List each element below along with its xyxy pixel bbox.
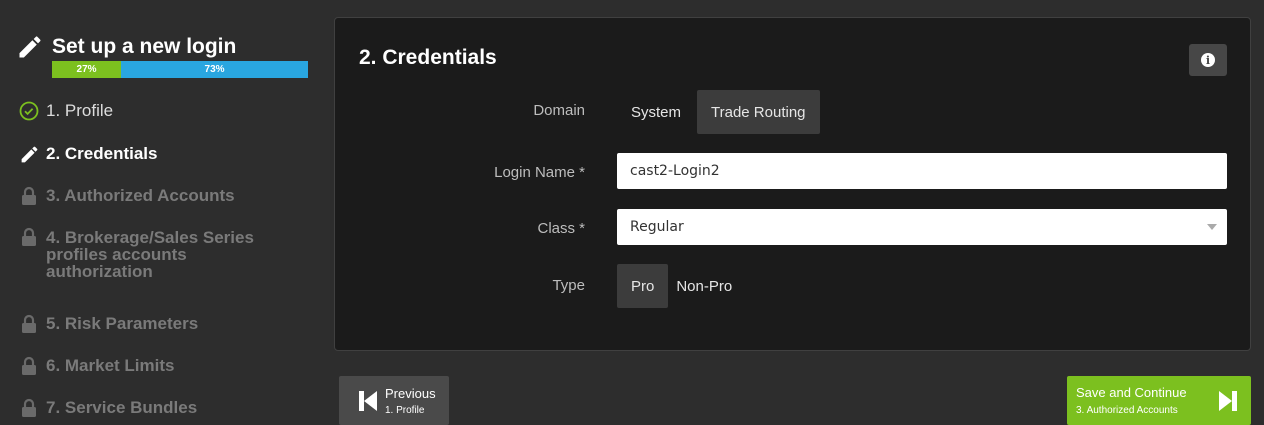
lock-icon <box>18 185 40 207</box>
step-service-bundles[interactable]: 7. Service Bundles <box>18 397 197 419</box>
lock-icon <box>18 397 40 419</box>
step-label: 5. Risk Parameters <box>46 314 199 333</box>
domain-option-system[interactable]: System <box>617 90 695 134</box>
previous-button[interactable]: Previous 1. Profile <box>339 376 449 425</box>
step-risk-parameters[interactable]: 5. Risk Parameters <box>18 313 198 335</box>
step-label: 1. Profile <box>46 101 114 120</box>
skip-previous-icon <box>353 390 383 411</box>
step-label-line: profiles accounts <box>46 245 187 264</box>
step-label: 4. Brokerage/Sales Series profiles accou… <box>46 229 296 280</box>
domain-label: Domain <box>533 102 585 119</box>
chevron-down-icon <box>1207 224 1217 230</box>
step-authorized-accounts[interactable]: 3. Authorized Accounts <box>18 185 235 207</box>
step-credentials[interactable]: 2. Credentials <box>18 143 158 165</box>
skip-next-icon <box>1219 391 1237 416</box>
info-button[interactable]: i <box>1189 44 1227 76</box>
step-label: 2. Credentials <box>46 144 158 163</box>
step-brokerage-authorization[interactable]: 4. Brokerage/Sales Series profiles accou… <box>18 226 296 280</box>
step-label: 7. Service Bundles <box>46 398 198 417</box>
credentials-panel: 2. Credentials i Domain System Trade Rou… <box>334 17 1251 351</box>
type-toggle: Pro Non-Pro <box>617 264 746 308</box>
info-icon: i <box>1201 53 1215 67</box>
pencil-icon <box>18 143 40 165</box>
check-circle-icon <box>18 100 40 122</box>
domain-option-trade-routing[interactable]: Trade Routing <box>697 90 820 134</box>
lock-icon <box>18 355 40 377</box>
wizard-title: Set up a new login <box>52 35 237 58</box>
lock-icon <box>18 226 40 248</box>
wizard-sidebar: Set up a new login 27% 73% 1. Profile 2.… <box>0 0 320 425</box>
step-label-line: authorization <box>46 262 153 281</box>
class-select[interactable]: Regular <box>617 209 1227 245</box>
progress-done: 27% <box>52 61 122 78</box>
class-label: Class * <box>537 220 585 237</box>
login-name-input[interactable]: cast2-Login2 <box>617 153 1227 189</box>
previous-label: Previous <box>385 385 436 401</box>
previous-sublabel: 1. Profile <box>385 404 425 416</box>
step-label: 6. Market Limits <box>46 356 175 375</box>
progress-bar: 27% 73% <box>52 61 308 78</box>
next-sublabel: 3. Authorized Accounts <box>1076 405 1178 416</box>
domain-toggle: System Trade Routing <box>617 90 820 134</box>
class-select-value: Regular <box>630 219 684 235</box>
type-option-non-pro[interactable]: Non-Pro <box>670 264 746 308</box>
type-option-pro[interactable]: Pro <box>617 264 669 308</box>
login-name-label: Login Name * <box>494 164 585 181</box>
progress-remaining: 73% <box>121 61 308 78</box>
step-label: 3. Authorized Accounts <box>46 186 235 205</box>
pencil-icon <box>19 36 41 58</box>
lock-icon <box>18 313 40 335</box>
type-label: Type <box>552 277 585 294</box>
next-label: Save and Continue <box>1076 385 1187 400</box>
step-market-limits[interactable]: 6. Market Limits <box>18 355 175 377</box>
wizard-header: Set up a new login <box>16 33 236 61</box>
step-profile[interactable]: 1. Profile <box>18 100 113 122</box>
save-and-continue-button[interactable]: Save and Continue 3. Authorized Accounts <box>1067 376 1251 425</box>
panel-title: 2. Credentials <box>359 46 497 69</box>
step-label-line: 4. Brokerage/Sales Series <box>46 228 254 247</box>
